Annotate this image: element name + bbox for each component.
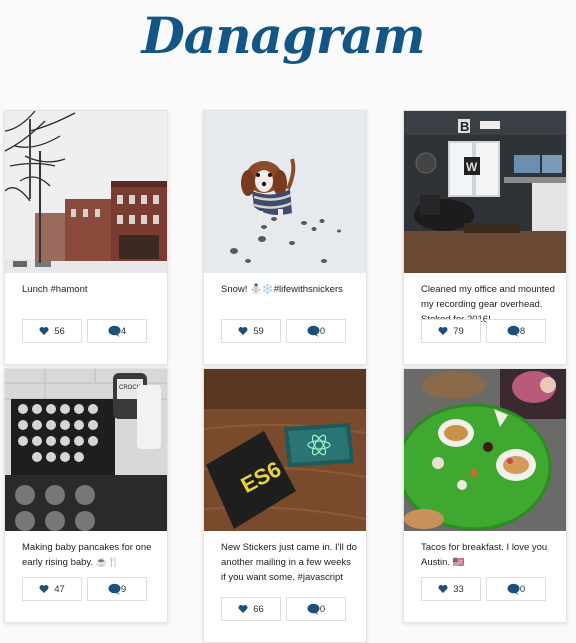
comment-button[interactable]: 0	[486, 577, 546, 601]
photo-card: ES6 New Stickers just came in. I'll do a…	[203, 368, 367, 643]
speech-bubble-icon	[507, 325, 520, 337]
heart-icon	[438, 585, 448, 593]
post-caption: Lunch #hamont	[22, 284, 88, 295]
post-caption: Tacos for breakfast. I love you Austin. …	[421, 542, 548, 568]
speech-bubble-icon	[507, 583, 520, 595]
heart-icon	[238, 605, 248, 613]
like-count: 79	[453, 325, 464, 337]
comment-count: 0	[319, 603, 326, 615]
speech-bubble-icon	[307, 325, 320, 337]
post-caption: Snow! ⛄❄️#lifewithsnickers	[221, 284, 343, 295]
comment-count: 4	[120, 325, 127, 337]
like-button[interactable]: 66	[221, 597, 281, 621]
like-count: 56	[54, 325, 65, 337]
like-button[interactable]: 56	[22, 319, 82, 343]
comment-count: 9	[120, 583, 127, 595]
comment-count: 0	[519, 583, 526, 595]
like-count: 33	[453, 583, 464, 595]
post-actions: 33 0	[404, 577, 566, 607]
photo-card: Lunch #hamont 56 4	[4, 110, 168, 365]
comment-button[interactable]: 0	[286, 597, 346, 621]
comment-count: 0	[319, 325, 326, 337]
heart-icon	[438, 327, 448, 335]
heart-icon	[238, 327, 248, 335]
heart-icon	[39, 585, 49, 593]
photo-card: Snow! ⛄❄️#lifewithsnickers 59 0	[203, 110, 367, 365]
like-button[interactable]: 59	[221, 319, 281, 343]
like-count: 59	[253, 325, 264, 337]
like-button[interactable]: 79	[421, 319, 481, 343]
photo-card: B W Cleaned my office and mounted my rec…	[403, 110, 567, 365]
photo[interactable]: ES6	[204, 369, 366, 531]
like-count: 66	[253, 603, 264, 615]
like-count: 47	[54, 583, 65, 595]
comment-button[interactable]: 0	[286, 319, 346, 343]
post-caption: Making baby pancakes for one early risin…	[22, 542, 152, 568]
post-actions: 47 9	[5, 577, 167, 607]
photo[interactable]: CROCK	[5, 369, 167, 531]
comment-button[interactable]: 4	[87, 319, 147, 343]
heart-icon	[39, 327, 49, 335]
like-button[interactable]: 33	[421, 577, 481, 601]
like-button[interactable]: 47	[22, 577, 82, 601]
photo-card: Tacos for breakfast. I love you Austin. …	[403, 368, 567, 623]
photo[interactable]: B W	[404, 111, 566, 273]
post-actions: 56 4	[5, 319, 167, 349]
brand-logo[interactable]: Danagram	[0, 6, 566, 65]
photo[interactable]	[204, 111, 366, 273]
comment-count: 8	[519, 325, 526, 337]
speech-bubble-icon	[108, 325, 121, 337]
photo[interactable]	[5, 111, 167, 273]
post-actions: 59 0	[204, 319, 366, 349]
svg-text:W: W	[466, 160, 478, 174]
comment-button[interactable]: 9	[87, 577, 147, 601]
speech-bubble-icon	[108, 583, 121, 595]
photo-card: CROCK Making baby pancakes for one early…	[4, 368, 168, 623]
post-actions: 79 8	[404, 319, 566, 349]
photo[interactable]	[404, 369, 566, 531]
comment-button[interactable]: 8	[486, 319, 546, 343]
speech-bubble-icon	[307, 603, 320, 615]
svg-text:B: B	[460, 119, 469, 134]
